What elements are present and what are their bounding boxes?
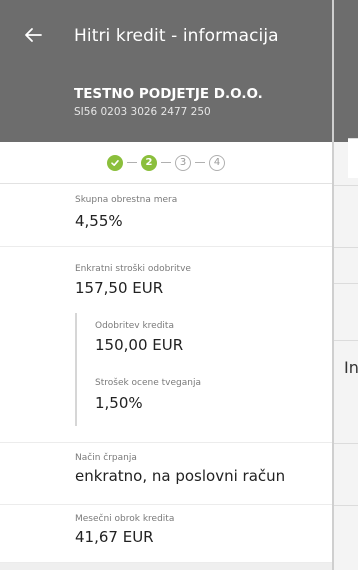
step-4: 4 bbox=[209, 154, 225, 171]
one-time-costs-value: 157,50 EUR bbox=[75, 279, 164, 297]
interest-rate-row: Skupna obrestna mera 4,55% bbox=[0, 185, 332, 247]
approval-fee-value: 150,00 EUR bbox=[95, 336, 184, 354]
secondary-pane-peek: In bbox=[334, 0, 358, 570]
secondary-pane-separator bbox=[334, 283, 358, 284]
account-iban: SI56 0203 3026 2477 250 bbox=[74, 106, 211, 118]
drawdown-method-value: enkratno, na poslovni račun bbox=[75, 467, 286, 485]
progress-stepper: 2 3 4 bbox=[0, 142, 332, 184]
step-connector bbox=[161, 162, 171, 163]
secondary-pane-separator bbox=[334, 340, 358, 341]
one-time-costs-label: Enkratni stroški odobritve bbox=[75, 264, 191, 274]
secondary-pane-separator bbox=[334, 247, 358, 248]
interest-rate-value: 4,55% bbox=[75, 212, 123, 230]
monthly-installment-label: Mesečni obrok kredita bbox=[75, 514, 175, 524]
page-title: Hitri kredit - informacija bbox=[74, 26, 279, 46]
interest-rate-label: Skupna obrestna mera bbox=[75, 195, 178, 205]
risk-assessment-value: 1,50% bbox=[95, 394, 143, 412]
secondary-pane-text: In bbox=[344, 358, 358, 377]
secondary-pane-card bbox=[348, 138, 358, 178]
monthly-installment-row: Mesečni obrok kredita 41,67 EUR bbox=[0, 505, 332, 563]
step-2-active: 2 bbox=[141, 154, 157, 171]
drawdown-method-row: Način črpanja enkratno, na poslovni raču… bbox=[0, 443, 332, 505]
monthly-installment-value: 41,67 EUR bbox=[75, 528, 154, 546]
approval-fee-label: Odobritev kredita bbox=[95, 321, 174, 331]
back-arrow-icon[interactable] bbox=[22, 24, 44, 46]
one-time-costs-breakdown: Odobritev kredita 150,00 EUR Strošek oce… bbox=[75, 313, 275, 426]
secondary-pane-separator bbox=[334, 185, 358, 186]
step-connector bbox=[195, 162, 205, 163]
step-3: 3 bbox=[175, 154, 191, 171]
company-name: TESTNO PODJETJE D.O.O. bbox=[74, 86, 263, 102]
app-header: Hitri kredit - informacija TESTNO PODJET… bbox=[0, 0, 332, 142]
secondary-pane-header bbox=[334, 0, 358, 142]
bottom-divider bbox=[0, 563, 332, 570]
drawdown-method-label: Način črpanja bbox=[75, 453, 137, 463]
risk-assessment-label: Strošek ocene tveganja bbox=[95, 378, 201, 388]
step-connector bbox=[127, 162, 137, 163]
secondary-pane-separator bbox=[334, 505, 358, 506]
secondary-pane-separator bbox=[334, 443, 358, 444]
step-1-complete-check-icon bbox=[107, 154, 123, 171]
